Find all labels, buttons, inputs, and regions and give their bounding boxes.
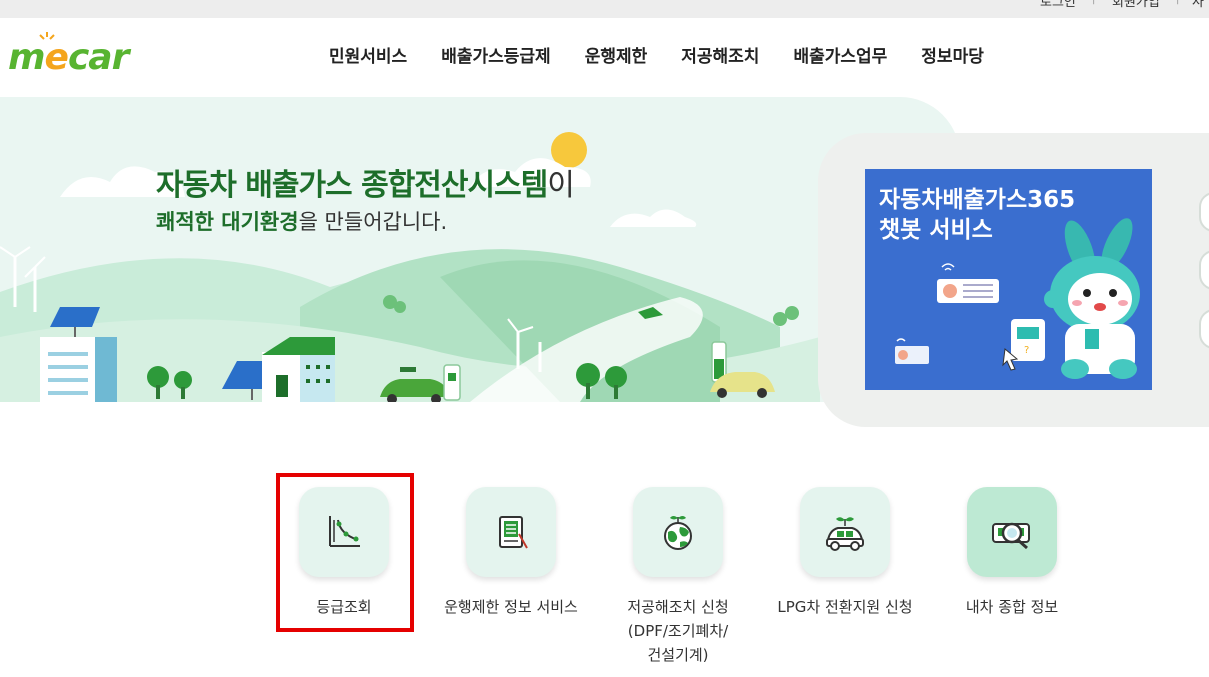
logo-letters-car: car: [67, 37, 129, 78]
login-link[interactable]: 로그인: [1040, 0, 1076, 10]
hero-title: 자동차 배출가스 종합전산시스템이: [156, 160, 575, 204]
car-search-icon: [992, 522, 1030, 550]
service-tile[interactable]: [466, 487, 556, 577]
nav-item-emission-grade[interactable]: 배출가스등급제: [424, 44, 567, 70]
chatbot-title-line1: 자동차배출가스365: [879, 187, 1076, 213]
service-low-emission-application[interactable]: 저공해조치 신청 (DPF/조기폐차/ 건설기계): [598, 487, 758, 667]
highlight-box: [276, 473, 414, 632]
util-separator: |: [1092, 0, 1095, 5]
logo-letter-m: m: [8, 37, 46, 78]
hero-subtitle-rest: 을 만들어갑니다.: [298, 210, 448, 234]
hero-title-suffix: 이: [547, 168, 575, 203]
logo-sun-icon: [39, 32, 55, 40]
service-tile[interactable]: [633, 487, 723, 577]
hero-subtitle: 쾌적한 대기환경을 만들어갑니다.: [156, 206, 447, 236]
document-icon: [499, 516, 528, 549]
service-label: 내차 종합 정보: [965, 598, 1059, 616]
utility-bar: 로그인 | 회원가입 | 사: [0, 0, 1209, 18]
main-nav: 민원서비스 배출가스등급제 운행제한 저공해조치 배출가스업무 정보마당: [312, 44, 1001, 70]
nav-item-info[interactable]: 정보마당: [904, 44, 1001, 70]
more-link[interactable]: 사: [1192, 0, 1204, 10]
hero-banner: 자동차 배출가스 종합전산시스템이 쾌적한 대기환경을 만들어갑니다.: [0, 97, 960, 402]
nav-item-emission-work[interactable]: 배출가스업무: [776, 44, 904, 70]
nav-item-driving-restriction[interactable]: 운행제한: [568, 44, 665, 70]
nav-item-low-emission[interactable]: 저공해조치: [664, 44, 776, 70]
nav-item-civil-service[interactable]: 민원서비스: [312, 44, 424, 70]
page: 로그인 | 회원가입 | 사 mecar 민원서비스 배출가스등급제 운행제한 …: [0, 0, 1209, 677]
hero-subtitle-green: 쾌적한 대기환경: [156, 210, 299, 234]
util-separator: |: [1176, 0, 1179, 5]
chatbot-title-line2: 챗봇 서비스: [879, 217, 993, 243]
service-tile[interactable]: [967, 487, 1057, 577]
service-label: 저공해조치 신청 (DPF/조기폐차/ 건설기계): [627, 598, 729, 664]
service-tile[interactable]: [800, 487, 890, 577]
car-sprout-icon: [826, 517, 864, 551]
hero-illustration: [0, 132, 820, 402]
svg-text:?: ?: [1024, 345, 1029, 356]
hero-title-green: 자동차 배출가스 종합전산시스템: [156, 168, 548, 203]
join-link[interactable]: 회원가입: [1112, 0, 1160, 10]
service-driving-restriction-info[interactable]: 운행제한 정보 서비스: [431, 487, 591, 619]
service-lpg-conversion[interactable]: LPG차 전환지원 신청: [765, 487, 925, 619]
service-my-car-info[interactable]: 내차 종합 정보: [932, 487, 1092, 619]
service-label: 운행제한 정보 서비스: [444, 598, 578, 616]
chatbot-banner[interactable]: ? 자동차배출가스365 챗봇 서비스: [865, 169, 1152, 390]
earth-sprout-icon: [664, 516, 692, 550]
logo-letter-e: e: [44, 37, 69, 78]
service-label: LPG차 전환지원 신청: [777, 598, 913, 616]
mecar-logo[interactable]: mecar: [8, 32, 129, 78]
